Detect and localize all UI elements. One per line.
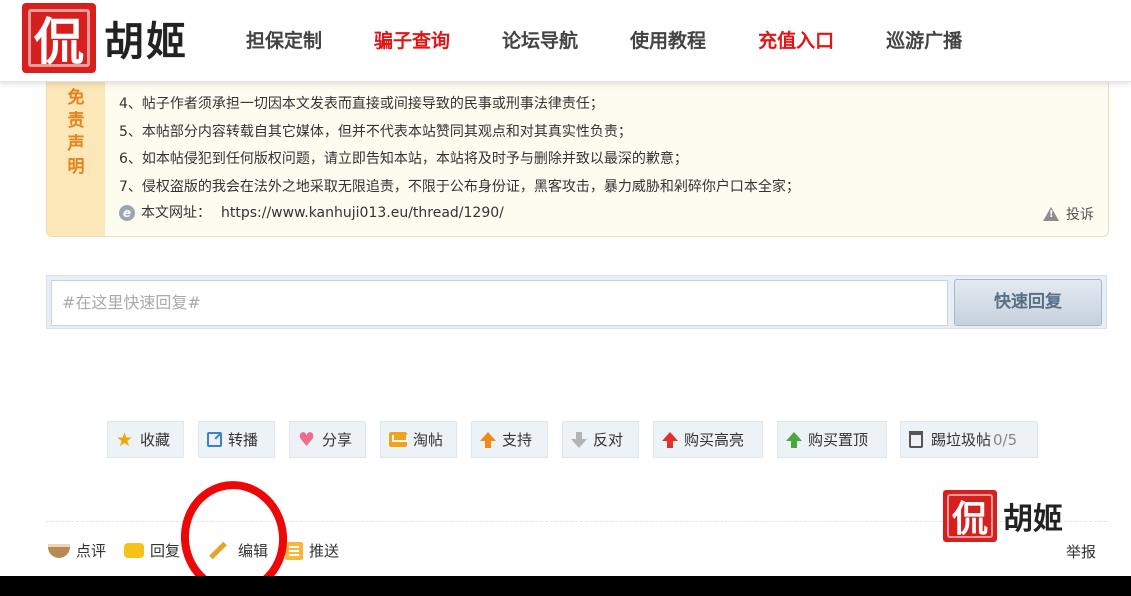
disclaimer-tag-char: 声 [67, 134, 85, 154]
quick-reply-box: #在这里快速回复# 快速回复 [46, 275, 1107, 329]
favorite-label: 收藏 [140, 431, 171, 449]
trash-icon [909, 431, 923, 448]
repost-label: 转播 [228, 431, 259, 449]
disclaimer-line: 4、帖子作者须承担一切因本文发表而直接或间接导致的民事或刑事法律责任； [119, 96, 604, 112]
disclaimer-tag-char: 明 [67, 157, 85, 177]
share-label: 分享 [322, 431, 353, 449]
edit-link[interactable]: 编辑 [208, 540, 268, 561]
buy-highlight-button[interactable]: 购买高亮 [653, 421, 763, 458]
nav-tutorial[interactable]: 使用教程 [630, 26, 706, 53]
edit-label: 编辑 [238, 542, 269, 560]
complain-label: 投诉 [1066, 207, 1094, 223]
support-button[interactable]: 支持 [471, 421, 548, 458]
tao-post-label: 淘帖 [413, 431, 444, 449]
disclaimer-lines: 4、帖子作者须承担一切因本文发表而直接或间接导致的民事或刑事法律责任； 5、本帖… [119, 91, 1079, 201]
red-arrow-up-icon [662, 432, 678, 448]
buy-top-label: 购买置顶 [808, 431, 869, 449]
nav-forum-nav[interactable]: 论坛导航 [502, 26, 578, 53]
quick-reply-input[interactable]: #在这里快速回复# [51, 280, 948, 326]
article-url[interactable]: https://www.kanhuji013.eu/thread/1290/ [221, 203, 504, 223]
logo-brand: 胡姬 [104, 18, 188, 65]
disclaimer-box: 免 责 声 明 4、帖子作者须承担一切因本文发表而直接或间接导致的民事或刑事法律… [46, 60, 1109, 237]
logo-seal-char: 侃 [22, 3, 96, 73]
heart-icon: ♥ [298, 428, 316, 451]
warning-icon [1043, 207, 1059, 221]
nav-broadcast[interactable]: 巡游广播 [886, 26, 962, 53]
complain-link[interactable]: 投诉 [1043, 204, 1094, 224]
oppose-label: 反对 [593, 431, 624, 449]
main-nav: 担保定制 骗子查询 论坛导航 使用教程 充值入口 巡游广播 [220, 0, 988, 78]
disclaimer-tag-char: 责 [67, 111, 85, 131]
kick-count: 0/5 [993, 430, 1018, 449]
article-url-row: e 本文网址： https://www.kanhuji013.eu/thread… [119, 203, 504, 223]
bowl-icon [48, 543, 70, 558]
bottom-bar [0, 576, 1131, 596]
article-url-label: 本文网址： [141, 205, 211, 221]
watermark-seal: 侃 [943, 490, 997, 542]
repost-button[interactable]: 转播 [198, 421, 275, 458]
watermark-logo: 侃 胡姬 [943, 490, 1063, 542]
oppose-button[interactable]: 反对 [562, 421, 639, 458]
star-icon: ★ [116, 428, 134, 451]
kick-trash-label: 踢垃圾帖 [931, 431, 992, 449]
share-button[interactable]: ♥ 分享 [289, 421, 366, 458]
repost-icon [207, 432, 222, 447]
comment-link[interactable]: 点评 [48, 540, 106, 561]
reply-link[interactable]: 回复 [124, 540, 180, 561]
watermark-seal-char: 侃 [943, 490, 997, 542]
disclaimer-line: 7、侵权盗版的我会在法外之地采取无限追责，不限于公布身份证，黑客攻击，暴力威胁和… [119, 178, 800, 195]
quick-reply-button[interactable]: 快速回复 [954, 279, 1102, 326]
push-icon [285, 541, 303, 560]
favorite-button[interactable]: ★ 收藏 [107, 421, 184, 458]
disclaimer-line: 6、如本帖侵犯到任何版权问题，请立即告知本站，本站将及时予与删除并致以最深的歉意… [119, 151, 688, 167]
kick-trash-button[interactable]: 踢垃圾帖 0/5 [900, 421, 1038, 458]
disclaimer-tag-char: 免 [67, 88, 85, 108]
disclaimer-tag: 免 责 声 明 [47, 61, 105, 236]
site-header: 侃 胡姬 担保定制 骗子查询 论坛导航 使用教程 充值入口 巡游广播 [0, 0, 1131, 82]
report-link[interactable]: 举报 [1066, 541, 1096, 562]
nav-recharge[interactable]: 充值入口 [758, 26, 834, 53]
push-link[interactable]: 推送 [285, 540, 339, 561]
push-label: 推送 [309, 542, 340, 560]
watermark-brand: 胡姬 [1003, 502, 1063, 537]
buy-highlight-label: 购买高亮 [684, 431, 745, 449]
nav-scammer-search[interactable]: 骗子查询 [374, 26, 450, 53]
site-logo[interactable]: 侃 胡姬 [22, 2, 188, 74]
nav-guarantee[interactable]: 担保定制 [246, 26, 322, 53]
arrow-up-icon [480, 432, 496, 448]
reply-label: 回复 [150, 542, 181, 560]
logo-seal: 侃 [22, 3, 96, 73]
support-label: 支持 [502, 431, 533, 449]
tray-icon [389, 432, 408, 447]
browser-e-icon: e [119, 205, 135, 221]
comment-label: 点评 [76, 542, 107, 560]
green-arrow-up-icon [786, 432, 802, 448]
arrow-down-icon [571, 432, 587, 448]
pencil-icon [209, 541, 227, 560]
buy-top-button[interactable]: 购买置顶 [777, 421, 887, 458]
chat-bubble-icon [124, 543, 144, 558]
tao-post-button[interactable]: 淘帖 [380, 421, 457, 458]
disclaimer-line: 5、本帖部分内容转载自其它媒体，但并不代表本站赞同其观点和对其真实性负责； [119, 123, 632, 140]
